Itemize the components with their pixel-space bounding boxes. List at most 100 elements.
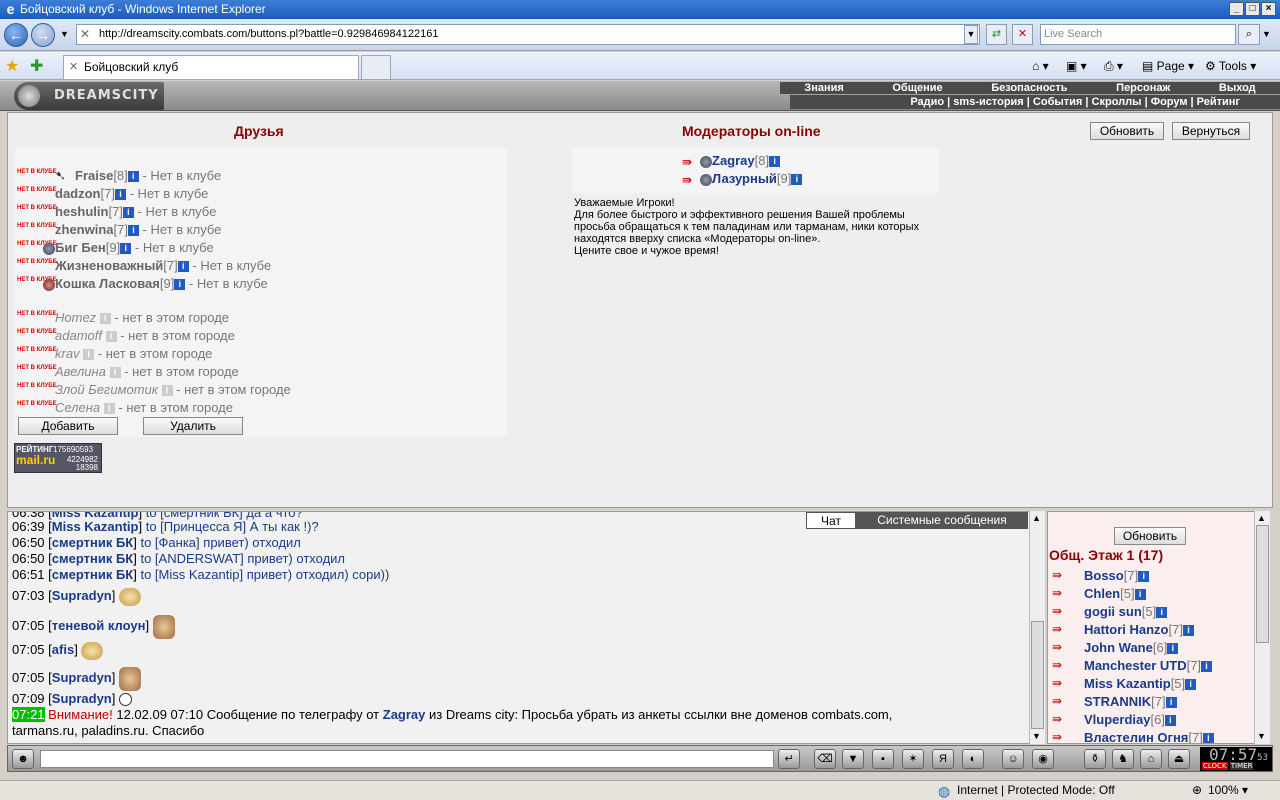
scroll-up-icon[interactable]: ▲ [1257, 513, 1266, 523]
nav-character[interactable]: Персонаж [1116, 82, 1170, 94]
system-sender[interactable]: Zagray [383, 707, 426, 722]
scroll-down-icon[interactable]: ▼ [1032, 731, 1041, 741]
info-icon[interactable]: i [83, 349, 95, 361]
private-message-arrow-icon[interactable]: ⇛ [1052, 622, 1074, 636]
online-name[interactable]: John Wane [1084, 640, 1153, 655]
private-message-arrow-icon[interactable]: ⇛ [1052, 694, 1074, 708]
info-icon[interactable]: i [791, 174, 803, 186]
info-icon[interactable]: i [769, 156, 781, 168]
refresh-icon[interactable]: ⇄ [986, 24, 1007, 45]
info-icon[interactable]: i [1138, 571, 1150, 583]
inventory-icon[interactable]: ⚱ [1084, 749, 1106, 769]
smiles-icon[interactable]: ☺ [1002, 749, 1024, 769]
chat-mode-icon[interactable]: ✶ [902, 749, 924, 769]
forward-button[interactable]: → [31, 23, 55, 47]
online-name[interactable]: Manchester UTD [1084, 658, 1187, 673]
chat-nick[interactable]: Supradyn [52, 691, 112, 706]
timer-mode-label[interactable]: TIMER [1229, 762, 1254, 770]
search-icon[interactable]: ⌕ [1238, 24, 1260, 45]
close-window-button[interactable]: × [1261, 2, 1276, 16]
save-log-icon[interactable]: ▪ [872, 749, 894, 769]
history-dropdown-icon[interactable]: ▼ [60, 29, 69, 39]
security-zone[interactable]: Internet | Protected Mode: Off [957, 781, 1115, 800]
private-message-arrow-icon[interactable]: ⇛ [1052, 730, 1074, 743]
info-icon[interactable]: i [161, 385, 173, 397]
feeds-icon[interactable]: ▣ ▾ [1066, 56, 1087, 76]
info-icon[interactable]: i [1202, 733, 1214, 743]
info-icon[interactable]: i [122, 207, 134, 219]
character-icon[interactable]: ♞ [1112, 749, 1134, 769]
chat-nick[interactable]: теневой клоун [52, 618, 146, 633]
scroll-thumb[interactable] [1031, 621, 1044, 729]
friend-name[interactable]: Fraise [75, 168, 113, 183]
scroll-thumb[interactable] [1256, 525, 1269, 643]
online-name[interactable]: Chlen [1084, 586, 1120, 601]
favorites-star-icon[interactable]: ★ [5, 56, 19, 76]
chat-recipient[interactable]: to [ANDERSWAT] [140, 551, 243, 566]
chat-nick[interactable]: Supradyn [52, 670, 112, 685]
tools-menu[interactable]: ⚙ Tools ▾ [1205, 56, 1256, 76]
info-icon[interactable]: i [120, 243, 132, 255]
friend-name[interactable]: Homez [55, 310, 96, 325]
chat-nick[interactable]: смертник БК [52, 567, 133, 582]
maximize-button[interactable]: □ [1245, 2, 1260, 16]
chat-scrollbar[interactable]: ▲ ▼ [1029, 511, 1045, 744]
online-name[interactable]: Bosso [1084, 568, 1124, 583]
online-name[interactable]: Hattori Hanzo [1084, 622, 1169, 637]
tab-system-messages[interactable]: Системные сообщения [856, 512, 1028, 529]
info-icon[interactable]: i [127, 225, 139, 237]
refresh-button[interactable]: Обновить [1090, 122, 1164, 140]
address-input[interactable]: ✕ http://dreamscity.combats.com/buttons.… [76, 24, 980, 45]
address-dropdown-icon[interactable]: ▼ [964, 25, 978, 44]
friend-name[interactable]: Биг Бен [55, 240, 106, 255]
info-icon[interactable]: i [1185, 679, 1197, 691]
friend-name[interactable]: Кошка Ласковая [55, 276, 160, 291]
stop-icon[interactable]: ✕ [1012, 24, 1033, 45]
private-message-arrow-icon[interactable]: ⇛ [682, 155, 700, 169]
friend-name[interactable]: adamoff [55, 328, 102, 343]
moderator-name[interactable]: Лазурный [712, 171, 777, 186]
chat-nick[interactable]: смертник БК [52, 551, 133, 566]
friend-name[interactable]: Злой Бегимотик [55, 382, 158, 397]
clock-mode-label[interactable]: CLOCK [1202, 762, 1228, 770]
exit-icon[interactable]: ⏏ [1168, 749, 1190, 769]
translit-icon[interactable]: Я [932, 749, 954, 769]
friend-name[interactable]: dadzon [55, 186, 101, 201]
private-message-arrow-icon[interactable]: ⇛ [1052, 604, 1074, 618]
info-icon[interactable]: i [105, 331, 117, 343]
page-menu[interactable]: ▤ Page ▾ [1142, 56, 1194, 76]
private-message-arrow-icon[interactable]: ⇛ [1052, 658, 1074, 672]
room-icon[interactable]: ⌂ [1140, 749, 1162, 769]
online-scrollbar[interactable]: ▲ ▼ [1254, 511, 1270, 744]
online-name[interactable]: Vluperdiay [1084, 712, 1150, 727]
scroll-up-icon[interactable]: ▲ [1032, 513, 1041, 523]
online-name[interactable]: STRANNIK [1084, 694, 1151, 709]
back-to-game-button[interactable]: Вернуться [1172, 122, 1250, 140]
info-icon[interactable]: i [1156, 607, 1168, 619]
online-name[interactable]: Властелин Огня [1084, 730, 1188, 743]
clear-chat-icon[interactable]: ⌫ [814, 749, 836, 769]
search-input[interactable]: Live Search [1040, 24, 1236, 45]
sub-navigation[interactable]: Радио | sms-история | События | Скроллы … [790, 95, 1280, 109]
add-favorite-icon[interactable]: ✚ [30, 56, 43, 76]
speed-icon[interactable]: ◐ [962, 749, 984, 769]
private-message-arrow-icon[interactable]: ⇛ [1052, 568, 1074, 582]
tab-active[interactable]: ✕ Бойцовский клуб [63, 55, 359, 79]
nav-exit[interactable]: Выход [1219, 82, 1256, 94]
chat-nick[interactable]: afis [52, 642, 74, 657]
home-icon[interactable]: ⌂ ▾ [1032, 56, 1049, 76]
tab-chat[interactable]: Чат [806, 512, 856, 529]
info-icon[interactable]: i [1201, 661, 1213, 673]
friend-name[interactable]: krav [55, 346, 80, 361]
chat-nick[interactable]: смертник БК [52, 535, 133, 550]
friend-name[interactable]: zhenwina [55, 222, 114, 237]
online-refresh-button[interactable]: Обновить [1114, 527, 1186, 545]
private-message-arrow-icon[interactable]: ⇛ [1052, 640, 1074, 654]
info-icon[interactable]: i [177, 261, 189, 273]
chat-input[interactable] [40, 750, 774, 768]
chat-recipient[interactable]: to [Miss Kazantip] [140, 567, 243, 582]
minimize-button[interactable]: _ [1229, 2, 1244, 16]
moderator-name[interactable]: Zagray [712, 153, 755, 168]
remove-friend-button[interactable]: Удалить [143, 417, 243, 435]
new-tab-button[interactable] [361, 55, 391, 79]
